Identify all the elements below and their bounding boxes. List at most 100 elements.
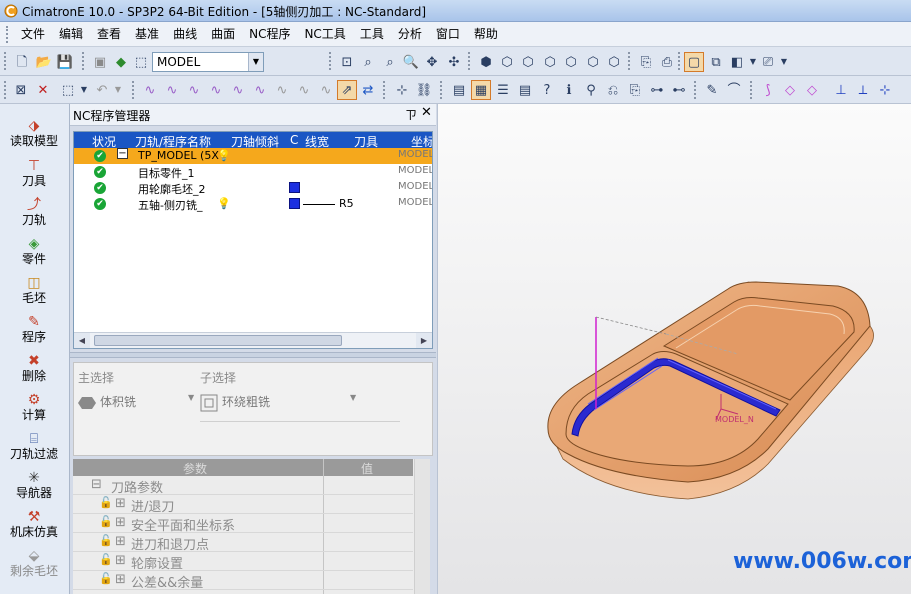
toolbar-grip[interactable]: [132, 81, 135, 99]
menu-analysis[interactable]: 分析: [391, 23, 429, 45]
chevron-down-icon[interactable]: ▼: [774, 52, 794, 72]
chevron-down-icon[interactable]: ▼: [188, 393, 194, 402]
curve-tool-icon[interactable]: ∿: [272, 80, 292, 100]
rotate-icon[interactable]: ✣: [444, 52, 464, 72]
view-bottom-icon[interactable]: ⬡: [604, 52, 624, 72]
sidebar-item-stock[interactable]: ◫ 毛坯: [0, 275, 68, 306]
sidebar-item-read-model[interactable]: ⬗ 读取模型: [0, 118, 68, 149]
view-right-icon[interactable]: ⬡: [561, 52, 581, 72]
toolbar-grip[interactable]: [468, 52, 471, 70]
scroll-thumb[interactable]: [94, 335, 342, 346]
menu-nc-program[interactable]: NC程序: [242, 23, 297, 45]
sidebar-item-remaining-stock[interactable]: ⬙ 剩余毛坯: [0, 548, 68, 579]
view-back-icon[interactable]: ⬡: [518, 52, 538, 72]
new-file-icon[interactable]: 🗋: [12, 52, 32, 72]
zoom-window-icon[interactable]: ⌕: [358, 52, 378, 72]
axis-tool-icon[interactable]: ⊹: [875, 80, 895, 100]
edit-icon[interactable]: ✎: [702, 80, 722, 100]
curve-tool-icon[interactable]: ∿: [162, 80, 182, 100]
toolbar-grip[interactable]: [750, 81, 753, 99]
chevron-down-icon[interactable]: ▼: [74, 80, 94, 100]
list-icon[interactable]: ☰: [493, 80, 513, 100]
view-iso-icon[interactable]: ⬢: [476, 52, 496, 72]
horizontal-scrollbar[interactable]: ◀ ▶: [74, 332, 432, 348]
param-row[interactable]: 🔓 ⊞ 轮廓设置: [73, 552, 413, 572]
view-left-icon[interactable]: ⬡: [540, 52, 560, 72]
hierarchy-icon[interactable]: ⊶: [647, 80, 667, 100]
nc-tree-icon[interactable]: ▦: [471, 80, 491, 100]
sidebar-item-toolpath-filter[interactable]: ⌸ 刀轨过滤: [0, 431, 68, 462]
menu-window[interactable]: 窗口: [429, 23, 467, 45]
swap-icon[interactable]: ⇄: [358, 80, 378, 100]
zoom-fit-icon[interactable]: ⊡: [337, 52, 357, 72]
sidebar-item-toolpath[interactable]: ⤴ 刀轨: [0, 197, 68, 228]
shaded-mode-icon[interactable]: ▢: [684, 52, 704, 72]
model-select[interactable]: MODEL ▼: [152, 52, 264, 72]
curve-tool-icon[interactable]: ∿: [206, 80, 226, 100]
surface-tool-icon[interactable]: ⟆: [758, 80, 778, 100]
table-row[interactable]: ✔ 五轴-侧刃铣_ 💡 R5 MODEL: [74, 196, 432, 212]
sidebar-item-navigator[interactable]: ✳ 导航器: [0, 470, 68, 501]
expand-icon[interactable]: ⊞: [115, 496, 126, 511]
copy-icon[interactable]: ⎘: [625, 80, 645, 100]
scroll-right-icon[interactable]: ▶: [416, 333, 432, 348]
menu-file[interactable]: 文件: [14, 23, 52, 45]
color-swatch[interactable]: [289, 182, 300, 193]
menu-datum[interactable]: 基准: [128, 23, 166, 45]
chevron-down-icon[interactable]: ▼: [108, 80, 128, 100]
menu-view[interactable]: 查看: [90, 23, 128, 45]
param-row[interactable]: 🔓 ⊞ 进刀和退刀点: [73, 533, 413, 553]
curve-tool-icon[interactable]: ∿: [294, 80, 314, 100]
select-filter-icon[interactable]: ⊠: [11, 80, 31, 100]
color-swatch[interactable]: [289, 198, 300, 209]
toolbar-grip[interactable]: [4, 81, 7, 99]
table-row[interactable]: − ✔ TP_MODEL (5X 💡 MODEL: [74, 148, 432, 164]
model-icon[interactable]: ▣: [90, 52, 110, 72]
curve-tool-icon[interactable]: ∿: [316, 80, 336, 100]
toolbar-grip[interactable]: [383, 81, 386, 99]
nc-manager-icon[interactable]: ▤: [449, 80, 469, 100]
chain-tool-icon[interactable]: ⛓: [414, 80, 434, 100]
chevron-down-icon[interactable]: ▼: [350, 393, 356, 402]
sidebar-item-part[interactable]: ◈ 零件: [0, 236, 68, 267]
curve-tool-icon[interactable]: ∿: [250, 80, 270, 100]
link-icon[interactable]: ⎌: [603, 80, 623, 100]
expand-icon[interactable]: ⊞: [115, 534, 126, 549]
sidebar-item-machine-sim[interactable]: ⚒ 机床仿真: [0, 509, 68, 540]
sketch-icon[interactable]: ⌒: [724, 80, 744, 100]
param-row[interactable]: 🔓 ⊞ 公差&&余量: [73, 571, 413, 591]
close-icon[interactable]: ✕: [421, 105, 432, 120]
column-c[interactable]: C: [290, 133, 298, 147]
save-icon[interactable]: 💾: [55, 52, 75, 72]
info-icon[interactable]: ℹ: [559, 80, 579, 100]
menu-surface[interactable]: 曲面: [204, 23, 242, 45]
param-row[interactable]: 🔓 ⊞ 进/退刀: [73, 495, 413, 515]
menu-help[interactable]: 帮助: [467, 23, 505, 45]
curve-tool-icon[interactable]: ∿: [140, 80, 160, 100]
param-row[interactable]: ⊟ 刀路参数: [73, 476, 413, 496]
table-icon[interactable]: ▤: [515, 80, 535, 100]
view-top-icon[interactable]: ⬡: [583, 52, 603, 72]
view-front-icon[interactable]: ⬡: [497, 52, 517, 72]
menu-curve[interactable]: 曲线: [166, 23, 204, 45]
menu-edit[interactable]: 编辑: [52, 23, 90, 45]
expand-icon[interactable]: ⊞: [115, 515, 126, 530]
wireframe-mode-icon[interactable]: ⧉: [706, 52, 726, 72]
sub-select-value[interactable]: 环绕粗铣: [200, 393, 270, 412]
axis-tool-icon[interactable]: ⊥: [831, 80, 851, 100]
toggle-tool-icon[interactable]: ⇗: [337, 80, 357, 100]
expand-icon[interactable]: ⊞: [115, 572, 126, 587]
toolbar-grip[interactable]: [628, 52, 631, 70]
pin-icon[interactable]: ㄗ: [405, 106, 417, 123]
sidebar-item-delete[interactable]: ✖ 删除: [0, 353, 68, 384]
main-select-value[interactable]: 体积铣: [78, 393, 136, 411]
pan-icon[interactable]: ✥: [422, 52, 442, 72]
point-tool-icon[interactable]: ⊹: [392, 80, 412, 100]
toolbar-grip[interactable]: [440, 81, 443, 99]
set-icon[interactable]: ⬚: [131, 52, 151, 72]
scroll-left-icon[interactable]: ◀: [74, 333, 90, 348]
open-folder-icon[interactable]: 📂: [34, 52, 54, 72]
sidebar-item-tool[interactable]: ⊤ 刀具: [0, 158, 68, 189]
zoom-icon[interactable]: 🔍: [401, 52, 421, 72]
axis-tool-icon[interactable]: ⟂: [853, 80, 873, 100]
